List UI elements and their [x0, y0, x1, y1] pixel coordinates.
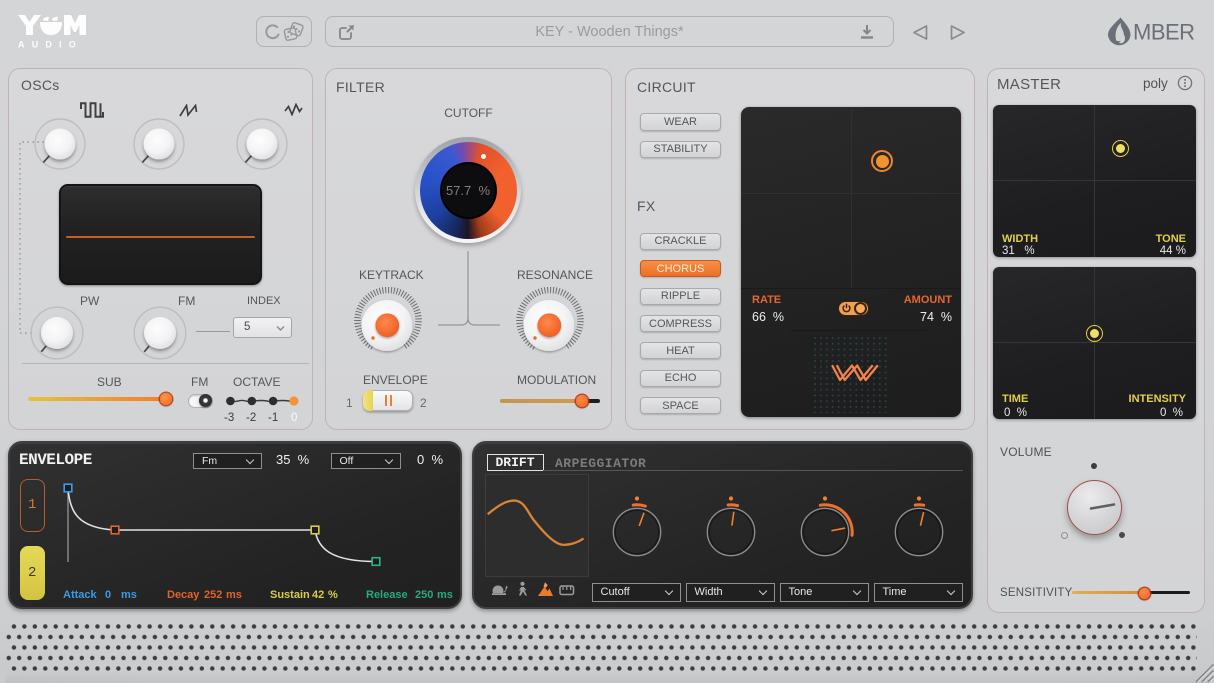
svg-text:AUDIO: AUDIO: [18, 40, 83, 50]
svg-text:MBER: MBER: [1133, 20, 1195, 45]
